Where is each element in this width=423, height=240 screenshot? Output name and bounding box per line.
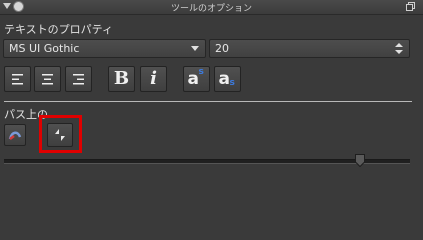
text-properties-label: テキストのプロパティ [4,23,114,36]
italic-button[interactable]: i [140,66,167,92]
bold-icon: B [113,68,130,89]
italic-icon: i [150,68,157,89]
align-center-icon [42,73,53,84]
font-family-combo[interactable]: MS UI Gothic [3,39,206,58]
justify-right-button[interactable] [65,66,92,92]
justify-center-button[interactable] [34,66,61,92]
superscript-icon: a s [187,67,204,89]
subscript-button[interactable]: a s [214,66,241,92]
spin-up-icon[interactable] [395,43,403,47]
text-along-path-button[interactable] [4,124,26,146]
align-left-icon [12,73,23,84]
detach-panel-icon[interactable] [406,2,415,11]
section-separator [4,101,412,102]
justify-left-button[interactable] [4,66,31,92]
bold-button[interactable]: B [108,66,135,92]
font-family-value: MS UI Gothic [9,42,80,55]
text-path-icon [8,131,22,140]
subscript-icon: a s [218,69,235,89]
align-right-icon [73,73,84,84]
font-size-value: 20 [215,42,229,55]
panel-titlebar: ツールのオプション [0,0,423,15]
spin-down-icon[interactable] [395,50,403,54]
font-size-spinbox[interactable]: 20 [209,39,410,58]
chevron-down-icon [191,46,199,51]
superscript-button[interactable]: a s [183,66,210,92]
panel-title: ツールのオプション [170,4,252,14]
slider-track[interactable] [4,159,410,164]
highlight-box [39,115,82,153]
slider-handle-icon[interactable] [355,154,365,167]
